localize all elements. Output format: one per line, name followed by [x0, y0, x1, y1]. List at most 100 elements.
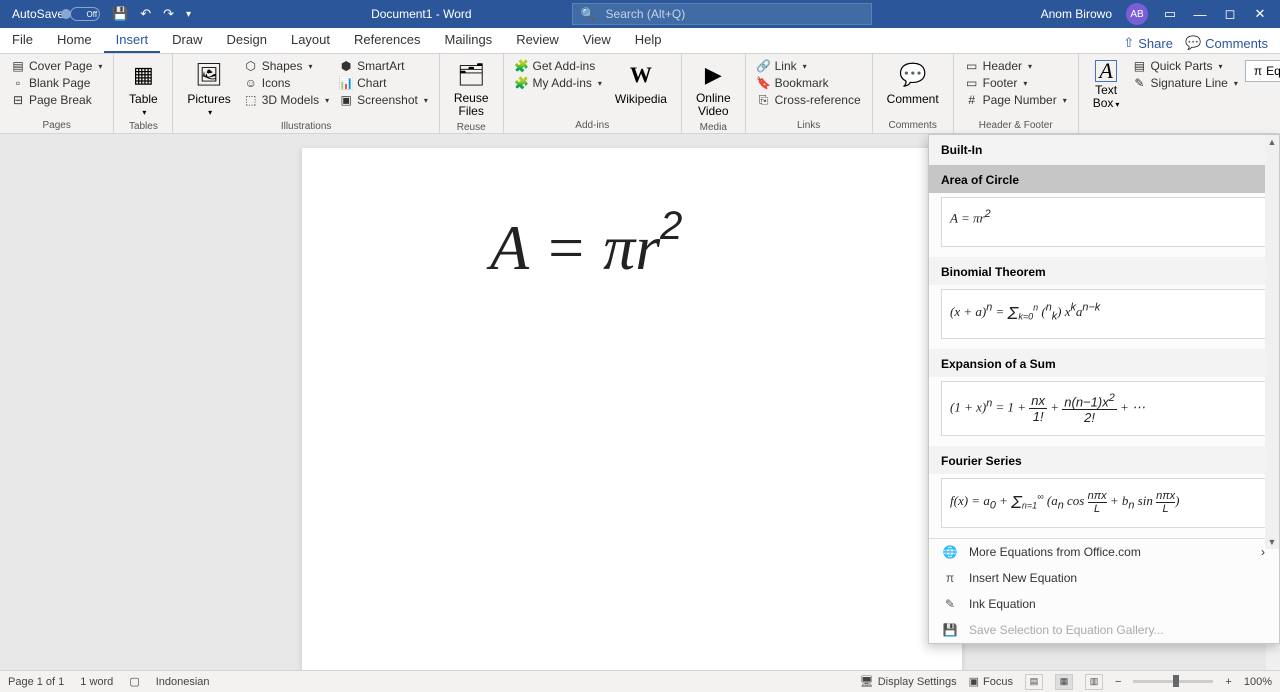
- signature-icon: ✎: [1132, 76, 1146, 90]
- equation-in-document[interactable]: A = πr2: [490, 204, 682, 285]
- user-name[interactable]: Anom Birowo: [1041, 7, 1112, 21]
- get-addins-button[interactable]: 🧩Get Add-ins: [512, 58, 605, 74]
- customize-qat-icon[interactable]: ▾: [186, 9, 191, 20]
- word-count[interactable]: 1 word: [80, 676, 113, 688]
- web-layout-button[interactable]: ▥: [1085, 674, 1103, 690]
- chart-button[interactable]: 📊Chart: [336, 75, 431, 91]
- equation-button[interactable]: πEquation▾: [1245, 60, 1280, 82]
- link-button[interactable]: 🔗Link▾: [754, 58, 864, 74]
- screenshot-button[interactable]: ▣Screenshot▾: [336, 92, 431, 108]
- eq-preview-fourier[interactable]: f(x) = a0 + Σn=1∞ (an cos nπxL + bn sin …: [941, 478, 1267, 528]
- user-avatar[interactable]: AB: [1126, 3, 1148, 25]
- my-addins-button[interactable]: 🧩My Add-ins▾: [512, 75, 605, 91]
- addin-icon: 🧩: [515, 59, 529, 73]
- more-equations-button[interactable]: 🌐 More Equations from Office.com ›: [929, 539, 1279, 565]
- group-label-comments: Comments: [881, 118, 945, 131]
- search-input[interactable]: 🔍 Search (Alt+Q): [572, 3, 872, 25]
- comments-button[interactable]: 💬Comments: [1185, 35, 1268, 51]
- icons-button[interactable]: ☺Icons: [241, 75, 332, 91]
- zoom-slider[interactable]: [1133, 680, 1213, 683]
- tab-layout[interactable]: Layout: [279, 28, 342, 53]
- page-break-button[interactable]: ⊟Page Break: [8, 92, 105, 108]
- close-icon[interactable]: ✕: [1252, 6, 1268, 22]
- page-count[interactable]: Page 1 of 1: [8, 676, 64, 688]
- wikipedia-button[interactable]: W Wikipedia: [609, 58, 673, 108]
- eq-panel-scrollbar[interactable]: ▲ ▼: [1265, 135, 1279, 549]
- textbox-button[interactable]: A TextBox▾: [1087, 58, 1126, 112]
- eq-section-area-circle[interactable]: Area of Circle: [929, 165, 1279, 193]
- tab-design[interactable]: Design: [215, 28, 279, 53]
- footer-button[interactable]: ▭Footer▾: [962, 75, 1070, 91]
- screenshot-icon: ▣: [339, 93, 353, 107]
- tab-file[interactable]: File: [0, 28, 45, 53]
- tab-view[interactable]: View: [571, 28, 623, 53]
- eq-section-binomial[interactable]: Binomial Theorem: [929, 257, 1279, 285]
- eq-panel-header: Built-In: [929, 135, 1279, 165]
- eq-preview-binomial[interactable]: (x + a)n = Σk=0n (nk) xkan−k: [941, 289, 1267, 339]
- comment-icon: 💬: [898, 60, 928, 90]
- ribbon-options-icon[interactable]: ▭: [1162, 6, 1178, 22]
- blank-page-button[interactable]: ▫Blank Page: [8, 75, 105, 91]
- quickparts-button[interactable]: ▤Quick Parts▾: [1129, 58, 1240, 74]
- display-settings[interactable]: 🖥Display Settings: [860, 675, 957, 688]
- reuse-files-button[interactable]: 🗂 ReuseFiles: [448, 58, 495, 120]
- zoom-level[interactable]: 100%: [1244, 676, 1272, 688]
- pi-icon: π: [943, 571, 957, 585]
- share-icon: ⇧: [1123, 35, 1134, 51]
- eq-section-expansion[interactable]: Expansion of a Sum: [929, 349, 1279, 377]
- shapes-button[interactable]: ⬡Shapes▾: [241, 58, 332, 74]
- eq-scroll-down-icon[interactable]: ▼: [1265, 535, 1279, 549]
- zoom-out-button[interactable]: −: [1115, 676, 1121, 688]
- tab-review[interactable]: Review: [504, 28, 571, 53]
- zoom-in-button[interactable]: +: [1225, 676, 1231, 688]
- bookmark-button[interactable]: 🔖Bookmark: [754, 75, 864, 91]
- smartart-button[interactable]: ⬢SmartArt: [336, 58, 431, 74]
- tab-help[interactable]: Help: [623, 28, 674, 53]
- tab-references[interactable]: References: [342, 28, 432, 53]
- pagenum-icon: #: [965, 93, 979, 107]
- autosave-toggle[interactable]: AutoSave Off: [12, 7, 100, 21]
- eq-preview-area-circle[interactable]: A = πr2: [941, 197, 1267, 247]
- proofing-icon[interactable]: ▢: [129, 675, 139, 688]
- insert-new-equation-button[interactable]: π Insert New Equation: [929, 565, 1279, 591]
- smartart-icon: ⬢: [339, 59, 353, 73]
- group-media: ▶ OnlineVideo Media: [682, 54, 746, 133]
- myaddin-icon: 🧩: [515, 76, 529, 90]
- pictures-button[interactable]: 🖼 Pictures▾: [181, 58, 236, 119]
- crossref-button[interactable]: ⎘Cross-reference: [754, 92, 864, 108]
- tab-insert[interactable]: Insert: [104, 28, 161, 53]
- cover-page-button[interactable]: ▤Cover Page▾: [8, 58, 105, 74]
- focus-mode[interactable]: ▣Focus: [969, 675, 1013, 688]
- save-icon[interactable]: 💾: [112, 6, 128, 22]
- print-layout-button[interactable]: ▦: [1055, 674, 1073, 690]
- signature-button[interactable]: ✎Signature Line▾: [1129, 75, 1240, 91]
- tab-draw[interactable]: Draw: [160, 28, 214, 53]
- eq-scroll-up-icon[interactable]: ▲: [1265, 135, 1279, 149]
- document-page[interactable]: A = πr2: [302, 148, 962, 670]
- tab-home[interactable]: Home: [45, 28, 104, 53]
- shapes-icon: ⬡: [244, 59, 258, 73]
- group-links: 🔗Link▾ 🔖Bookmark ⎘Cross-reference Links: [746, 54, 873, 133]
- pictures-icon: 🖼: [194, 60, 224, 90]
- share-button[interactable]: ⇧Share: [1123, 35, 1173, 51]
- group-comments: 💬 Comment Comments: [873, 54, 954, 133]
- comment-button[interactable]: 💬 Comment: [881, 58, 945, 108]
- read-mode-button[interactable]: ▤: [1025, 674, 1043, 690]
- eq-preview-expansion[interactable]: (1 + x)n = 1 + nx1! + n(n−1)x22! + ⋯: [941, 381, 1267, 436]
- group-addins: 🧩Get Add-ins 🧩My Add-ins▾ W Wikipedia Ad…: [504, 54, 682, 133]
- tab-mailings[interactable]: Mailings: [433, 28, 505, 53]
- header-button[interactable]: ▭Header▾: [962, 58, 1070, 74]
- 3d-icon: ⬚: [244, 93, 258, 107]
- undo-icon[interactable]: ↶: [140, 6, 151, 22]
- redo-icon[interactable]: ↷: [163, 6, 174, 22]
- 3dmodels-button[interactable]: ⬚3D Models▾: [241, 92, 332, 108]
- table-button[interactable]: ▦ Table▾: [122, 58, 164, 119]
- eq-section-fourier[interactable]: Fourier Series: [929, 446, 1279, 474]
- pagenum-button[interactable]: #Page Number▾: [962, 92, 1070, 108]
- maximize-icon[interactable]: ◻: [1222, 6, 1238, 22]
- online-video-button[interactable]: ▶ OnlineVideo: [690, 58, 737, 120]
- comments-icon: 💬: [1185, 35, 1201, 51]
- ink-equation-button[interactable]: ✎ Ink Equation: [929, 591, 1279, 617]
- language-status[interactable]: Indonesian: [156, 676, 210, 688]
- minimize-icon[interactable]: —: [1192, 6, 1208, 22]
